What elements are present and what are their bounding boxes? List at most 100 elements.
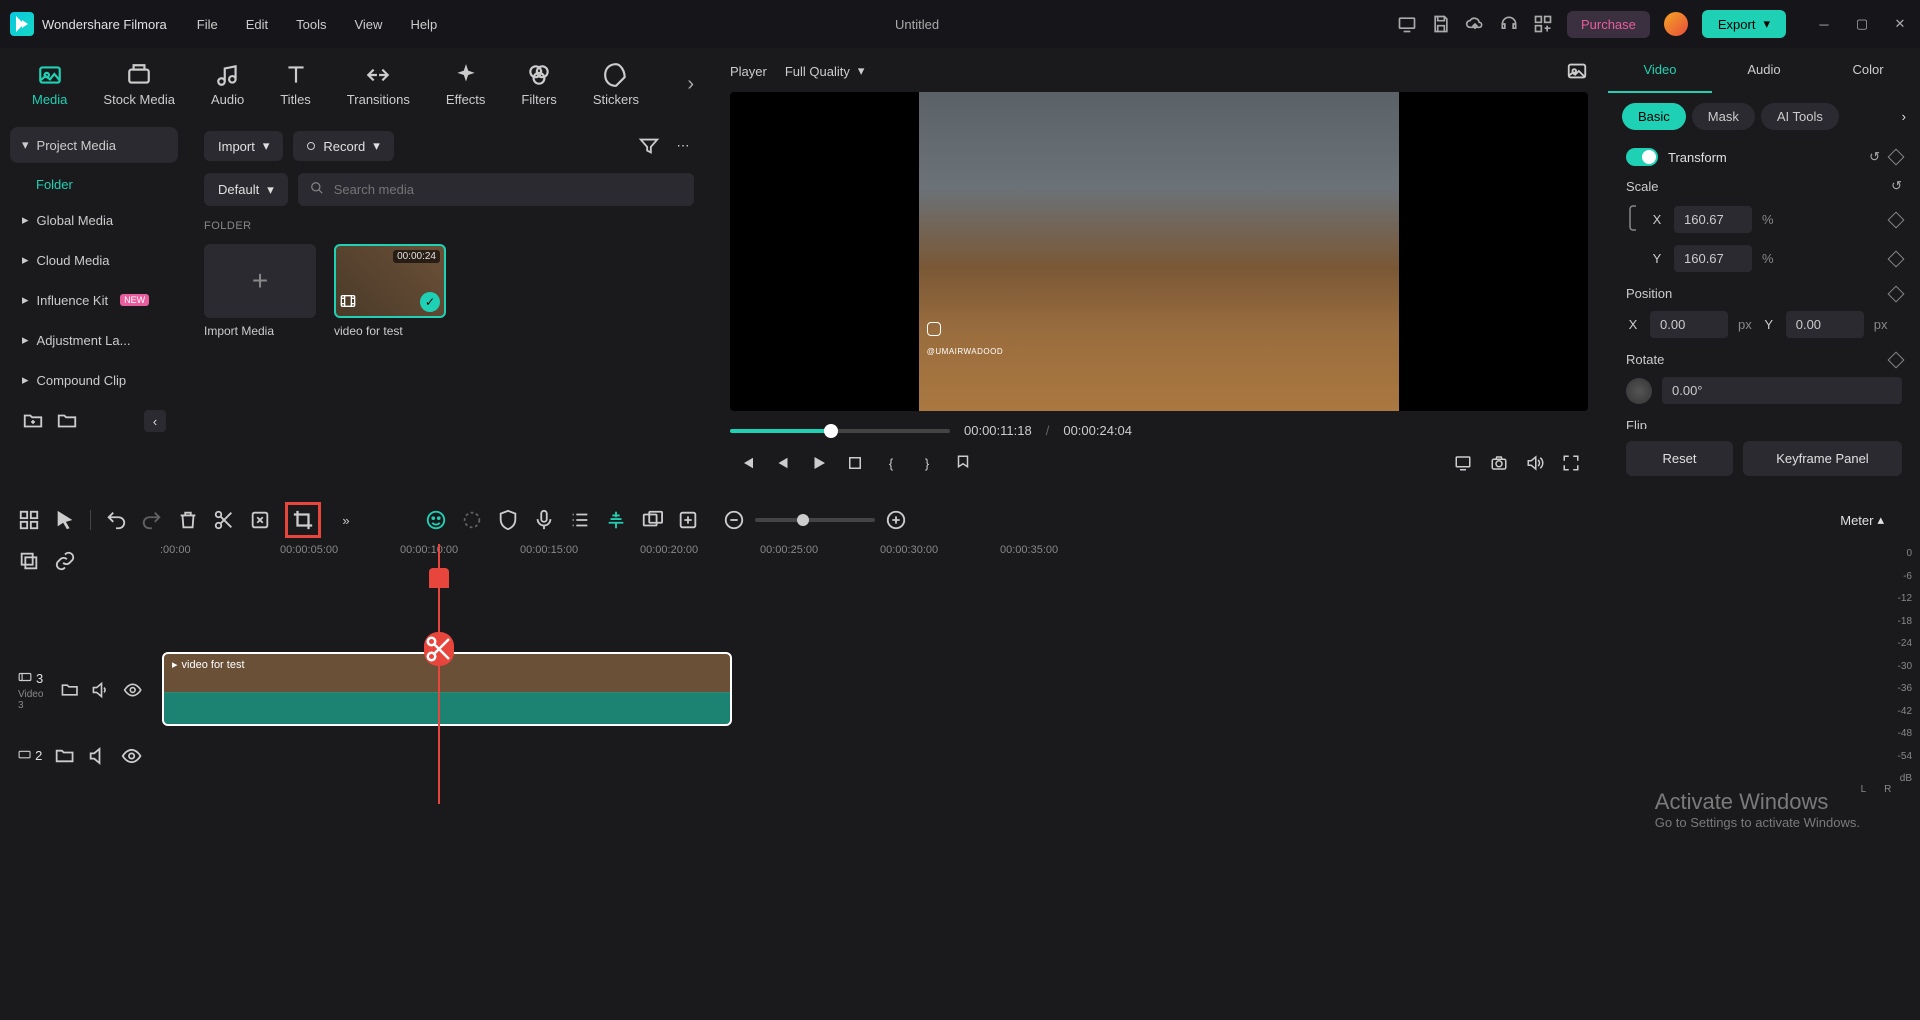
menu-file[interactable]: File [197,17,218,32]
track-mute-icon[interactable] [88,745,109,767]
user-avatar[interactable] [1664,12,1688,36]
rotate-keyframe-icon[interactable] [1888,351,1905,368]
filter-icon[interactable] [638,135,660,157]
module-more-icon[interactable]: › [687,73,694,96]
import-dropdown[interactable]: Import▾ [204,131,283,161]
link-icon[interactable] [54,550,76,572]
subtab-ai-tools[interactable]: AI Tools [1761,103,1839,130]
tab-video[interactable]: Video [1608,48,1712,93]
clip-thumbnail[interactable]: 00:00:24 ✓ [334,244,446,318]
zoom-out-icon[interactable] [723,509,745,531]
duplicate-track-icon[interactable] [18,550,40,572]
menu-tools[interactable]: Tools [296,17,326,32]
sidebar-compound-clip[interactable]: ▸Compound Clip [10,362,178,398]
new-folder-icon[interactable] [22,410,44,432]
subtab-more-icon[interactable]: › [1902,109,1906,124]
zoom-slider[interactable] [755,518,875,522]
tracks-area[interactable]: :00:00 00:00:05:00 00:00:10:00 00:00:15:… [0,544,1832,804]
collapse-sidebar-icon[interactable]: ‹ [144,410,166,432]
sidebar-folder[interactable]: Folder [10,167,178,202]
module-titles[interactable]: Titles [264,56,327,113]
tab-audio[interactable]: Audio [1712,48,1816,93]
playhead[interactable] [438,544,440,804]
marker-dropdown-icon[interactable] [954,454,972,472]
keyframe-panel-button[interactable]: Keyframe Panel [1743,441,1902,476]
track-3-clips[interactable]: ▸video for test [160,650,1832,730]
reset-icon[interactable]: ↺ [1869,149,1880,165]
sidebar-influence-kit[interactable]: ▸Influence KitNEW [10,282,178,318]
split-icon[interactable] [213,509,235,531]
position-y-input[interactable] [1786,311,1864,338]
search-field[interactable] [334,182,682,197]
volume-icon[interactable] [1526,454,1544,472]
subtab-mask[interactable]: Mask [1692,103,1755,130]
scale-y-keyframe-icon[interactable] [1888,250,1905,267]
magnet-icon[interactable] [605,509,627,531]
track-folder-icon[interactable] [60,679,79,701]
media-clip-tile[interactable]: 00:00:24 ✓ video for test [334,244,446,338]
delete-icon[interactable] [177,509,199,531]
step-back-icon[interactable] [774,454,792,472]
save-icon[interactable] [1431,14,1451,34]
track-visibility-icon[interactable] [123,679,142,701]
sidebar-project-media[interactable]: ▾Project Media [10,127,178,163]
playhead-handle[interactable] [429,568,449,588]
module-stock[interactable]: Stock Media [87,56,191,113]
sidebar-cloud-media[interactable]: ▸Cloud Media [10,242,178,278]
module-audio[interactable]: Audio [195,56,260,113]
module-effects[interactable]: Effects [430,56,502,113]
module-filters[interactable]: Filters [505,56,572,113]
search-media-input[interactable] [298,173,694,206]
sidebar-global-media[interactable]: ▸Global Media [10,202,178,238]
transform-toggle[interactable] [1626,148,1658,166]
apps-icon[interactable] [1533,14,1553,34]
tab-color[interactable]: Color [1816,48,1920,93]
reset-button[interactable]: Reset [1626,441,1733,476]
redo-icon[interactable] [141,509,163,531]
ai-enhance-icon[interactable] [249,509,271,531]
import-media-tile[interactable]: + Import Media [204,244,316,338]
quality-dropdown[interactable]: Full Quality▾ [785,63,865,79]
export-button[interactable]: Export▾ [1702,10,1786,38]
scale-x-keyframe-icon[interactable] [1888,211,1905,228]
headset-icon[interactable] [1499,14,1519,34]
layout-icon[interactable] [18,509,40,531]
module-media[interactable]: Media [16,56,83,113]
menu-help[interactable]: Help [410,17,437,32]
lock-link-icon[interactable] [1626,204,1640,235]
scale-reset-icon[interactable]: ↺ [1891,178,1902,194]
keyframe-diamond-icon[interactable] [1888,149,1905,166]
sort-dropdown[interactable]: Default▾ [204,173,288,206]
playhead-cut-icon[interactable] [424,632,454,666]
mic-icon[interactable] [533,509,555,531]
list-icon[interactable] [569,509,591,531]
zoom-in-icon[interactable] [885,509,907,531]
prev-frame-icon[interactable] [738,454,756,472]
video-preview[interactable]: @UMAIRWADOOD [730,92,1588,411]
select-tool-icon[interactable] [54,509,76,531]
maximize-button[interactable]: ▢ [1852,14,1872,34]
fullscreen-icon[interactable] [1562,454,1580,472]
stop-icon[interactable] [846,454,864,472]
mark-out-icon[interactable]: } [918,454,936,472]
screen-icon[interactable] [1397,14,1417,34]
position-x-input[interactable] [1650,311,1728,338]
crop-tool-icon[interactable] [285,502,321,538]
snapshot-icon[interactable] [1566,60,1588,82]
more-tools-icon[interactable]: » [335,509,357,531]
undo-icon[interactable] [105,509,127,531]
sidebar-adjustment-layer[interactable]: ▸Adjustment La... [10,322,178,358]
cloud-icon[interactable] [1465,14,1485,34]
track-2-clips[interactable] [160,736,1832,776]
module-transitions[interactable]: Transitions [331,56,426,113]
menu-edit[interactable]: Edit [246,17,268,32]
menu-view[interactable]: View [354,17,382,32]
meter-toggle[interactable]: Meter▴ [1840,512,1884,528]
scale-y-input[interactable] [1674,245,1752,272]
rotate-dial[interactable] [1626,378,1652,404]
progress-slider[interactable] [730,429,950,433]
ai-face-icon[interactable] [425,509,447,531]
track-visibility-icon[interactable] [121,745,142,767]
purchase-button[interactable]: Purchase [1567,11,1650,38]
marker-add-icon[interactable] [677,509,699,531]
